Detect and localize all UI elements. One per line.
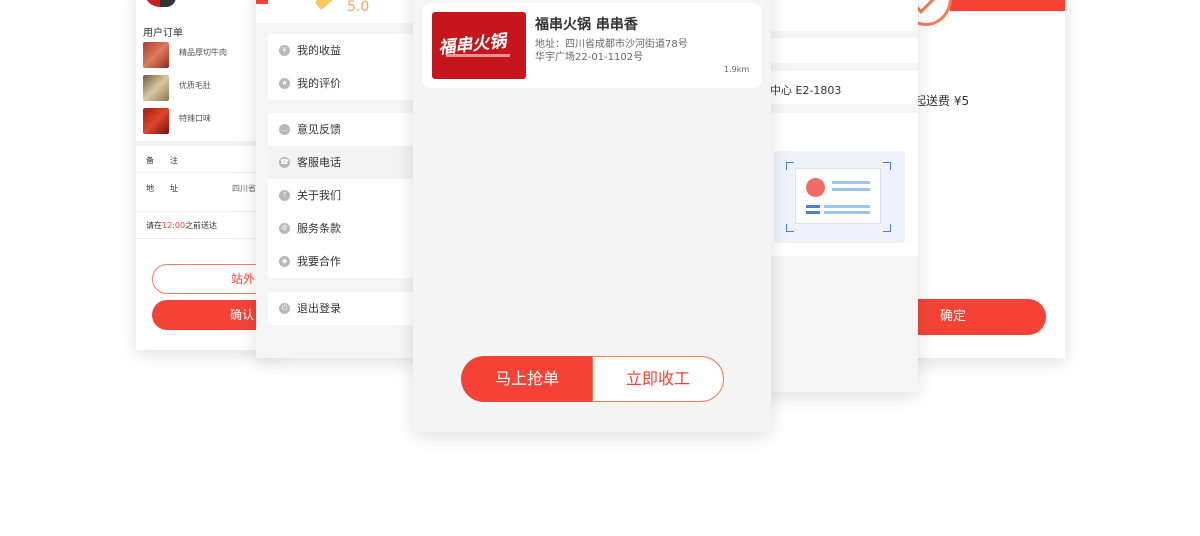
delivery-time-row: 请在12:00之前送达 bbox=[146, 220, 217, 231]
food-thumbnail bbox=[143, 75, 169, 101]
shop-distance: 1.9km bbox=[724, 65, 750, 74]
address-label: 地 址 bbox=[146, 184, 178, 193]
menu-item-label: 意见反馈 bbox=[297, 123, 341, 136]
menu-group: … 意见反馈 ☎ 客服电话 ? 关于我们 ⚙ 服务条款 ◆ 我要合作 bbox=[268, 113, 436, 278]
star-icon: ★ bbox=[279, 78, 290, 89]
id-line bbox=[832, 188, 870, 191]
delivery-time: 12:00 bbox=[162, 221, 186, 230]
header-bar bbox=[950, 0, 1065, 11]
address-text: 中心 E2-1803 bbox=[770, 84, 842, 97]
handshake-icon: ◆ bbox=[279, 256, 290, 267]
menu-item-label: 关于我们 bbox=[297, 189, 341, 202]
profile-menu-screen: 5.0 ¥ 我的收益 ★ 我的评价 … 意见反馈 ☎ 客服电话 ? 关于我们 ⚙… bbox=[256, 0, 436, 358]
gear-icon: ⚙ bbox=[279, 223, 290, 234]
shop-card[interactable]: 福串火锅 福串火锅 串串香 地址：四川省成都市沙河街道78号 华宇广场22-01… bbox=[422, 3, 762, 88]
divider bbox=[760, 31, 918, 38]
rating-card: 5.0 bbox=[268, 0, 428, 18]
money-bag-icon: ¥ bbox=[279, 45, 290, 56]
menu-item-terms[interactable]: ⚙ 服务条款 bbox=[268, 212, 436, 245]
question-icon: ? bbox=[279, 190, 290, 201]
item-name: 特辣口味 bbox=[179, 114, 211, 123]
food-thumbnail bbox=[143, 42, 169, 68]
remark-row[interactable]: 备 注 bbox=[146, 155, 178, 166]
logo bbox=[160, 0, 176, 7]
order-success-screen: 起送费 ¥5 确定 bbox=[900, 0, 1065, 358]
shop-name: 福串火锅 串串香 bbox=[535, 17, 638, 33]
food-thumbnail bbox=[143, 108, 169, 134]
menu-item-label: 我要合作 bbox=[297, 255, 341, 268]
item-name: 精品厚切牛肉 bbox=[179, 48, 227, 57]
shop-address-line: 地址：四川省成都市沙河街道78号 bbox=[535, 39, 688, 50]
rating-value: 5.0 bbox=[347, 0, 370, 15]
menu-item-label: 我的收益 bbox=[297, 44, 341, 57]
id-line bbox=[806, 205, 820, 208]
pencil-icon bbox=[314, 0, 334, 10]
address-value: 四川省 bbox=[232, 184, 256, 193]
power-icon: ⏻ bbox=[279, 303, 290, 314]
confirm-button[interactable]: 确定 bbox=[900, 299, 1046, 335]
menu-item-label: 我的评价 bbox=[297, 77, 341, 90]
menu-item-logout[interactable]: ⏻ 退出登录 bbox=[268, 292, 436, 325]
id-line bbox=[806, 211, 820, 214]
order-grab-screen: 福串火锅 福串火锅 串串香 地址：四川省成都市沙河街道78号 华宇广场22-01… bbox=[413, 0, 771, 432]
delivery-suffix: 之前送达 bbox=[185, 221, 218, 230]
menu-item-label: 客服电话 bbox=[297, 156, 341, 169]
menu-group: ⏻ 退出登录 bbox=[268, 292, 436, 325]
menu-item-service-phone[interactable]: ☎ 客服电话 bbox=[268, 146, 436, 179]
headset-icon: ☎ bbox=[279, 157, 290, 168]
footer-area bbox=[760, 256, 918, 392]
scan-corner bbox=[786, 162, 794, 170]
item-name: 优质毛肚 bbox=[179, 81, 211, 90]
menu-item-feedback[interactable]: … 意见反馈 bbox=[268, 113, 436, 146]
id-card-icon bbox=[795, 168, 881, 224]
menu-item-label: 服务条款 bbox=[297, 222, 341, 235]
menu-item-label: 退出登录 bbox=[297, 302, 341, 315]
address-row: 地 址 四川省 bbox=[146, 183, 256, 194]
id-card-upload[interactable] bbox=[774, 151, 905, 243]
remark-label: 备 注 bbox=[146, 156, 178, 165]
menu-item-reviews[interactable]: ★ 我的评价 bbox=[268, 67, 436, 100]
grab-order-button[interactable]: 马上抢单 bbox=[461, 356, 593, 402]
menu-item-cooperate[interactable]: ◆ 我要合作 bbox=[268, 245, 436, 278]
section-title: 用户订单 bbox=[143, 28, 183, 39]
menu-item-about[interactable]: ? 关于我们 bbox=[268, 179, 436, 212]
id-line bbox=[832, 181, 870, 184]
menu-item-earnings[interactable]: ¥ 我的收益 bbox=[268, 34, 436, 67]
id-verify-screen: 中心 E2-1803 bbox=[760, 0, 918, 392]
divider bbox=[760, 104, 918, 113]
delivery-prefix: 请在 bbox=[146, 221, 162, 230]
chat-bubble-icon: … bbox=[279, 124, 290, 135]
divider bbox=[760, 63, 918, 71]
scan-corner bbox=[786, 224, 794, 232]
shop-address-line: 华宇广场22-01-1102号 bbox=[535, 52, 644, 63]
id-line bbox=[824, 211, 870, 214]
scan-corner bbox=[883, 162, 891, 170]
id-photo-icon bbox=[806, 178, 825, 197]
shop-logo-subline bbox=[446, 54, 510, 57]
finish-work-button[interactable]: 立即收工 bbox=[592, 356, 724, 402]
scan-corner bbox=[883, 224, 891, 232]
showcase-stage: 起送费 ¥5 确定 中心 E2-1803 用户订单 精品厚切牛肉 优质毛肚 特辣… bbox=[0, 0, 1200, 536]
shop-logo: 福串火锅 bbox=[432, 12, 526, 79]
id-line bbox=[824, 205, 870, 208]
delivery-fee-text: 起送费 ¥5 bbox=[914, 94, 970, 108]
shop-address: 地址：四川省成都市沙河街道78号 华宇广场22-01-1102号 bbox=[535, 38, 725, 64]
menu-group: ¥ 我的收益 ★ 我的评价 bbox=[268, 34, 436, 100]
